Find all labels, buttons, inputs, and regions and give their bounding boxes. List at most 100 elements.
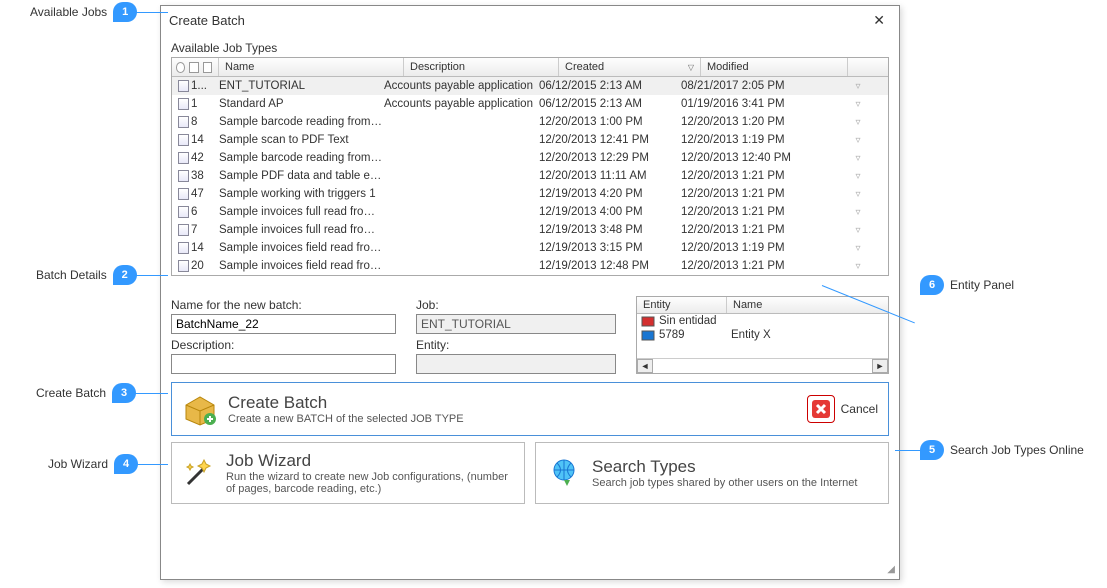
flag-icon[interactable]: ▿ [828, 135, 888, 146]
row-created: 12/19/2013 4:00 PM [539, 206, 681, 218]
create-batch-button[interactable]: Create Batch Create a new BATCH of the s… [171, 382, 889, 436]
col-icons[interactable] [172, 58, 219, 76]
box-plus-icon [182, 391, 218, 427]
document-icon [178, 170, 189, 182]
row-created: 12/19/2013 12:48 PM [539, 260, 681, 272]
document-icon [178, 206, 189, 218]
row-name: Sample invoices field read from ... [219, 242, 384, 254]
table-row[interactable]: 1...ENT_TUTORIALAccounts payable applica… [172, 77, 888, 95]
cancel-x-icon [807, 395, 835, 423]
gear-icon [189, 62, 198, 73]
flag-icon[interactable]: ▿ [828, 243, 888, 254]
row-modified: 12/20/2013 1:20 PM [681, 116, 828, 128]
close-icon[interactable]: ✕ [867, 10, 891, 31]
row-count: 42 [191, 152, 211, 164]
available-job-types-label: Available Job Types [161, 31, 899, 57]
row-name: ENT_TUTORIAL [219, 80, 384, 92]
search-types-button[interactable]: Search Types Search job types shared by … [535, 442, 889, 504]
callout-2-text: Batch Details [36, 268, 107, 282]
table-row[interactable]: 6Sample invoices full read from P...12/1… [172, 203, 888, 221]
batch-name-input[interactable] [171, 314, 396, 334]
row-created: 06/12/2015 2:13 AM [539, 98, 681, 110]
cancel-button[interactable]: Cancel [807, 395, 878, 423]
job-wizard-title: Job Wizard [226, 451, 514, 471]
table-row[interactable]: 14Sample invoices field read from ...12/… [172, 239, 888, 257]
entity-col-name[interactable]: Name [727, 297, 888, 313]
flag-icon[interactable]: ▿ [828, 225, 888, 236]
flag-icon[interactable]: ▿ [828, 153, 888, 164]
create-batch-title: Create Batch [228, 393, 464, 413]
job-label: Job: [416, 298, 616, 312]
row-count: 14 [191, 134, 211, 146]
row-name: Sample barcode reading from P... [219, 152, 384, 164]
search-types-title: Search Types [592, 457, 857, 477]
entity-name: Entity X [727, 329, 888, 341]
row-desc: Accounts payable application [384, 98, 539, 110]
search-types-desc: Search job types shared by other users o… [592, 477, 857, 489]
sort-desc-icon: ▽ [688, 63, 694, 72]
callout-4-text: Job Wizard [48, 457, 108, 471]
col-created[interactable]: Created ▽ [559, 58, 701, 76]
document-icon [178, 152, 189, 164]
entity-id: Sin entidad [659, 315, 717, 327]
scroll-right-icon[interactable]: ► [872, 359, 888, 373]
row-modified: 12/20/2013 1:21 PM [681, 260, 828, 272]
row-count: 20 [191, 260, 211, 272]
flag-icon[interactable]: ▿ [828, 117, 888, 128]
entity-col-entity[interactable]: Entity [637, 297, 727, 313]
row-created: 12/20/2013 11:11 AM [539, 170, 681, 182]
row-created: 12/20/2013 1:00 PM [539, 116, 681, 128]
row-modified: 12/20/2013 1:21 PM [681, 188, 828, 200]
table-row[interactable]: 47Sample working with triggers 112/19/20… [172, 185, 888, 203]
row-count: 47 [191, 188, 211, 200]
entity-scrollbar[interactable]: ◄ ► [637, 358, 888, 373]
row-desc: Accounts payable application [384, 80, 539, 92]
flag-icon[interactable]: ▿ [828, 171, 888, 182]
row-created: 12/20/2013 12:29 PM [539, 152, 681, 164]
table-row[interactable]: 42 Sample barcode reading from P... 12/20/… [172, 149, 888, 167]
scroll-left-icon[interactable]: ◄ [637, 359, 653, 373]
table-row[interactable]: 8Sample barcode reading from sc...12/20/… [172, 113, 888, 131]
table-row[interactable]: 38Sample PDF data and table extr...12/20… [172, 167, 888, 185]
table-row[interactable]: 20Sample invoices field read from ...12/… [172, 257, 888, 275]
row-name: Sample PDF data and table extr... [219, 170, 384, 182]
table-row[interactable]: 14Sample scan to PDF Text12/20/2013 12:4… [172, 131, 888, 149]
flag-icon[interactable]: ▿ [828, 99, 888, 110]
col-flag[interactable] [848, 58, 888, 76]
table-row[interactable]: 7Sample invoices full read from s...12/1… [172, 221, 888, 239]
col-description[interactable]: Description [404, 58, 559, 76]
row-modified: 12/20/2013 12:40 PM [681, 152, 828, 164]
flag-icon[interactable]: ▿ [828, 81, 888, 92]
job-wizard-desc: Run the wizard to create new Job configu… [226, 471, 514, 495]
col-modified[interactable]: Modified [701, 58, 848, 76]
row-name: Sample working with triggers 1 [219, 188, 384, 200]
callout-4-bubble: 4 [114, 454, 138, 474]
job-wizard-button[interactable]: Job Wizard Run the wizard to create new … [171, 442, 525, 504]
flag-icon[interactable]: ▿ [828, 189, 888, 200]
table-header: Name Description Created ▽ Modified [172, 58, 888, 77]
document-icon [178, 134, 189, 146]
row-count: 7 [191, 224, 211, 236]
entity-row[interactable]: Sin entidad [637, 314, 888, 328]
entity-panel: Entity Name Sin entidad5789Entity X ◄ ► [636, 296, 889, 374]
row-modified: 01/19/2016 3:41 PM [681, 98, 828, 110]
row-modified: 12/20/2013 1:21 PM [681, 206, 828, 218]
row-count: 8 [191, 116, 211, 128]
job-types-table: Name Description Created ▽ Modified 1...… [171, 57, 889, 276]
row-created: 12/19/2013 3:15 PM [539, 242, 681, 254]
row-modified: 12/20/2013 1:19 PM [681, 242, 828, 254]
row-created: 12/20/2013 12:41 PM [539, 134, 681, 146]
row-modified: 08/21/2017 2:05 PM [681, 80, 828, 92]
row-name: Sample invoices full read from P... [219, 206, 384, 218]
document-icon [178, 116, 189, 128]
dialog-title: Create Batch [169, 13, 245, 28]
resize-grip-icon[interactable]: ◢ [887, 564, 895, 575]
entity-row[interactable]: 5789Entity X [637, 328, 888, 342]
table-row[interactable]: 1Standard APAccounts payable application… [172, 95, 888, 113]
flag-icon[interactable]: ▿ [828, 261, 888, 272]
col-name[interactable]: Name [219, 58, 404, 76]
callout-6-text: Entity Panel [950, 278, 1014, 292]
description-label: Description: [171, 338, 396, 352]
flag-icon[interactable]: ▿ [828, 207, 888, 218]
description-input[interactable] [171, 354, 396, 374]
